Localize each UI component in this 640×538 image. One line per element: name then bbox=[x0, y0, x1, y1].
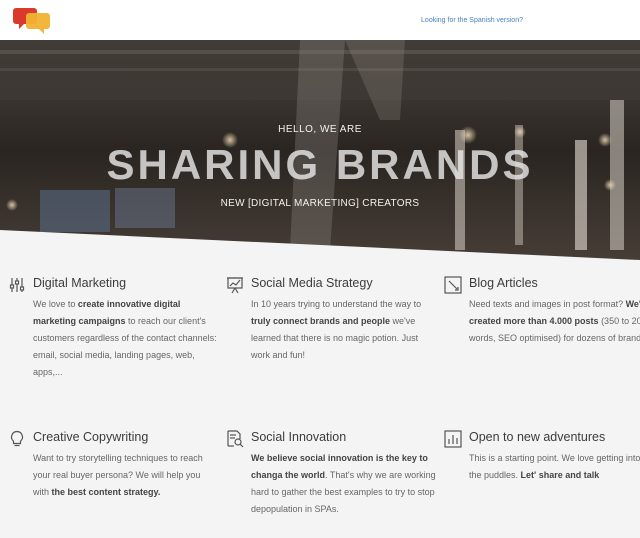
feature-description: We believe social innovation is the key … bbox=[251, 450, 436, 518]
body-text: Need texts and images in post format? bbox=[469, 299, 626, 309]
hero-intro-text: HELLO, WE ARE bbox=[278, 124, 362, 135]
feature-description: We love to create innovative digital mar… bbox=[33, 296, 218, 381]
emphasis-text: the best content strategy. bbox=[51, 487, 161, 497]
emphasis-text: Let' share and talk bbox=[520, 470, 600, 480]
feature-description: In 10 years trying to understand the way… bbox=[251, 296, 436, 364]
body-text: We love to bbox=[33, 299, 78, 309]
body-text: In 10 years trying to understand the way… bbox=[251, 299, 422, 309]
feature-title: Creative Copywriting bbox=[33, 430, 149, 444]
feature-title: Digital Marketing bbox=[33, 276, 127, 290]
hero-headline: SHARING BRANDS bbox=[106, 141, 534, 188]
feature-description: Want to try storytelling techniques to r… bbox=[33, 450, 218, 501]
emphasis-text: truly connect brands and people bbox=[251, 316, 391, 326]
pencil-icon bbox=[444, 276, 462, 294]
lightbulb-icon bbox=[8, 430, 26, 448]
feature-title: Social Media Strategy bbox=[251, 276, 373, 290]
document-search-icon bbox=[226, 430, 244, 448]
bar-chart-icon bbox=[444, 430, 462, 448]
top-bar: Looking for the Spanish version? bbox=[0, 0, 640, 40]
sliders-icon bbox=[8, 276, 26, 294]
feature-title: Social Innovation bbox=[251, 430, 347, 444]
feature-title: Open to new adventures bbox=[469, 430, 606, 444]
spanish-version-link[interactable]: Looking for the Spanish version? bbox=[421, 17, 523, 24]
logo[interactable] bbox=[12, 5, 54, 35]
speech-bubbles-logo-icon bbox=[13, 8, 50, 34]
chart-presentation-icon bbox=[226, 276, 244, 294]
hero-banner: HELLO, WE ARE SHARING BRANDS NEW [DIGITA… bbox=[0, 40, 640, 260]
feature-title: Blog Articles bbox=[469, 276, 538, 290]
hero-tagline: NEW [DIGITAL MARKETING] CREATORS bbox=[220, 198, 420, 209]
feature-description: Need texts and images in post format? We… bbox=[469, 296, 640, 347]
feature-description: This is a starting point. We love gettin… bbox=[469, 450, 640, 484]
